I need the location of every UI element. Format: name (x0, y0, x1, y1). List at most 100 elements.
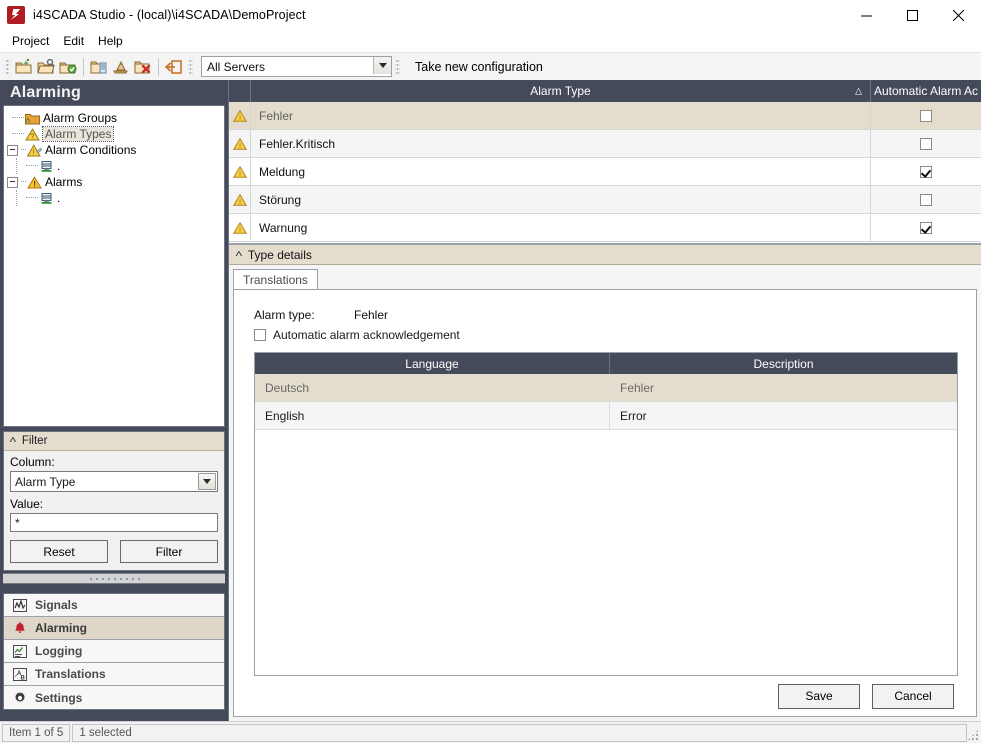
details-action-buttons: Save Cancel (234, 676, 976, 716)
take-new-configuration-button[interactable]: Take new configuration (415, 60, 543, 74)
open-project-green-icon[interactable] (57, 56, 79, 78)
chevron-down-icon[interactable] (198, 473, 216, 490)
chevron-down-icon[interactable] (373, 57, 391, 74)
table-row[interactable]: ! Störung (229, 186, 981, 214)
cell-alarm-type: Fehler (251, 102, 871, 129)
table-row[interactable]: ! Fehler (229, 102, 981, 130)
toolbar-separator (83, 58, 84, 76)
sidebar-item-label: Signals (35, 598, 78, 612)
chevron-up-icon[interactable]: ˄ (235, 250, 243, 260)
tab-translations[interactable]: Translations (233, 269, 318, 289)
sidebar-item-translations[interactable]: A B Translations (4, 663, 224, 686)
checkbox-checked[interactable] (920, 166, 932, 178)
checkbox-unchecked[interactable] (920, 110, 932, 122)
toolbar-grip-3[interactable] (395, 58, 400, 75)
table-row[interactable]: English Error (255, 402, 957, 430)
menu-help[interactable]: Help (91, 31, 130, 51)
cell-automatic-alarm-ack[interactable] (871, 158, 981, 185)
table-row[interactable]: ! Warnung (229, 214, 981, 242)
import-icon[interactable] (110, 56, 132, 78)
tree-item-alarm-types[interactable]: ? Alarm Types (4, 126, 224, 142)
sidebar-item-signals[interactable]: Signals (4, 594, 224, 617)
resize-grip-icon[interactable] (967, 729, 979, 741)
menu-bar: Project Edit Help (0, 30, 981, 52)
alarm-types-grid: Alarm Type △ Automatic Alarm Ac ! Fehler… (229, 80, 981, 244)
menu-edit[interactable]: Edit (56, 31, 91, 51)
row-alarm-warning-icon: ! (229, 186, 251, 213)
tree-item-label: . (57, 191, 60, 205)
translations-icon: A B (11, 666, 29, 682)
status-bar: Item 1 of 5 1 selected (0, 721, 981, 743)
type-details-title: Type details (248, 248, 312, 262)
alarm-type-value: Fehler (354, 308, 388, 322)
title-bar: i4SCADA Studio - (local)\i4SCADA\DemoPro… (0, 0, 981, 30)
delete-configuration-icon[interactable] (132, 56, 154, 78)
sidebar-item-alarming[interactable]: Alarming (4, 617, 224, 640)
checkbox-checked[interactable] (920, 222, 932, 234)
column-header-description[interactable]: Description (610, 353, 957, 374)
tree-item-alarms[interactable]: Alarms (4, 174, 224, 190)
open-project-icon[interactable] (35, 56, 57, 78)
window-title: i4SCADA Studio - (local)\i4SCADA\DemoPro… (33, 8, 306, 22)
tree-connector (26, 165, 38, 167)
sidebar-item-settings[interactable]: Settings (4, 686, 224, 709)
filter-panel: ˄ Filter Column: Alarm Type Value: * Res… (3, 431, 225, 571)
tree-expander-minus-icon[interactable] (7, 177, 18, 188)
checkbox-unchecked[interactable] (920, 138, 932, 150)
grid-empty-space (229, 242, 981, 243)
server-node-icon (38, 191, 54, 205)
maximize-button[interactable] (889, 0, 935, 30)
filter-value-input[interactable]: * (10, 513, 218, 532)
tree-item-alarms-server[interactable]: . (4, 190, 224, 206)
filter-column-select[interactable]: Alarm Type (10, 471, 218, 492)
sidebar-splitter[interactable] (3, 573, 225, 584)
filter-value-label: Value: (10, 497, 218, 511)
tree-item-label: Alarm Conditions (45, 143, 136, 157)
table-row[interactable]: ! Meldung (229, 158, 981, 186)
splitter-grip-icon (88, 577, 140, 581)
copy-configuration-icon[interactable] (88, 56, 110, 78)
tree-connector (26, 197, 38, 199)
cell-automatic-alarm-ack[interactable] (871, 102, 981, 129)
menu-project[interactable]: Project (5, 31, 56, 51)
close-button[interactable] (935, 0, 981, 30)
sort-ascending-icon: △ (855, 86, 862, 97)
grid-header-automatic-alarm-ack[interactable]: Automatic Alarm Ac (871, 80, 981, 102)
cell-automatic-alarm-ack[interactable] (871, 130, 981, 157)
checkbox-unchecked[interactable] (920, 194, 932, 206)
filter-button[interactable]: Filter (120, 540, 218, 563)
svg-text:!: ! (239, 142, 241, 149)
tree-item-condition-server[interactable]: . (4, 158, 224, 174)
server-select[interactable]: All Servers (201, 56, 392, 77)
new-project-icon[interactable] (13, 56, 35, 78)
grid-header-alarm-type[interactable]: Alarm Type △ (251, 80, 871, 102)
chevron-up-icon[interactable]: ˄ (9, 436, 17, 446)
minimize-button[interactable] (843, 0, 889, 30)
tree-expander-minus-icon[interactable] (7, 145, 18, 156)
toolbar-separator (158, 58, 159, 76)
tree-item-alarm-groups[interactable]: Alarm Groups (4, 110, 224, 126)
cancel-button[interactable]: Cancel (872, 684, 954, 709)
tree-item-alarm-conditions[interactable]: ! Alarm Conditions (4, 142, 224, 158)
sidebar-item-logging[interactable]: Logging (4, 640, 224, 663)
table-row[interactable]: Deutsch Fehler (255, 374, 957, 402)
reset-button[interactable]: Reset (10, 540, 108, 563)
table-row[interactable]: ! Fehler.Kritisch (229, 130, 981, 158)
filter-panel-header[interactable]: ˄ Filter (4, 432, 224, 451)
logout-icon[interactable] (163, 56, 185, 78)
toolbar-grip[interactable] (5, 58, 10, 75)
automatic-alarm-ack-checkbox[interactable] (254, 329, 266, 341)
filter-panel-body: Column: Alarm Type Value: * Reset Filter (4, 451, 224, 570)
save-button[interactable]: Save (778, 684, 860, 709)
cell-automatic-alarm-ack[interactable] (871, 214, 981, 241)
module-nav-list: Signals Alarming (3, 593, 225, 710)
signals-chart-icon (11, 597, 29, 613)
toolbar-grip-2[interactable] (188, 58, 193, 75)
column-header-language[interactable]: Language (255, 353, 610, 374)
cell-automatic-alarm-ack[interactable] (871, 186, 981, 213)
sidebar-title: Alarming (0, 80, 228, 105)
server-select-value: All Servers (202, 60, 265, 74)
cell-description: Error (610, 402, 957, 429)
automatic-alarm-acknowledgement-row[interactable]: Automatic alarm acknowledgement (254, 328, 976, 342)
type-details-header[interactable]: ˄ Type details (229, 244, 981, 265)
